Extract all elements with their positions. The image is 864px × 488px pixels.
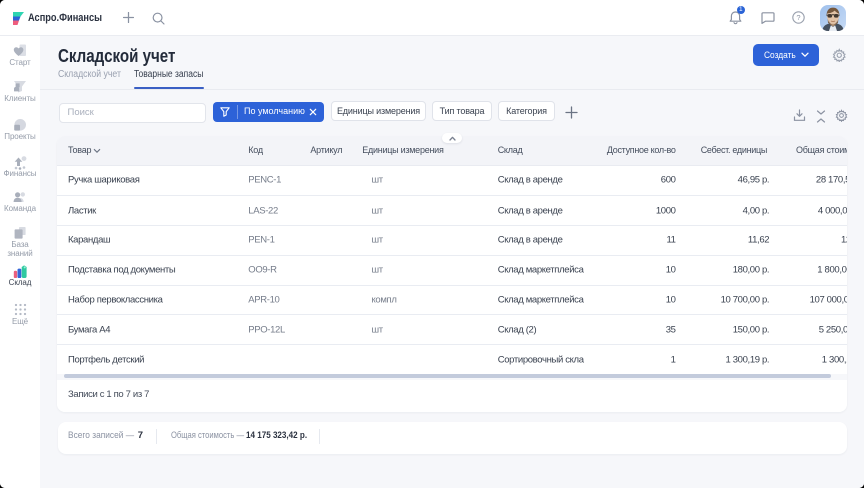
svg-text:?: ? <box>796 13 800 22</box>
